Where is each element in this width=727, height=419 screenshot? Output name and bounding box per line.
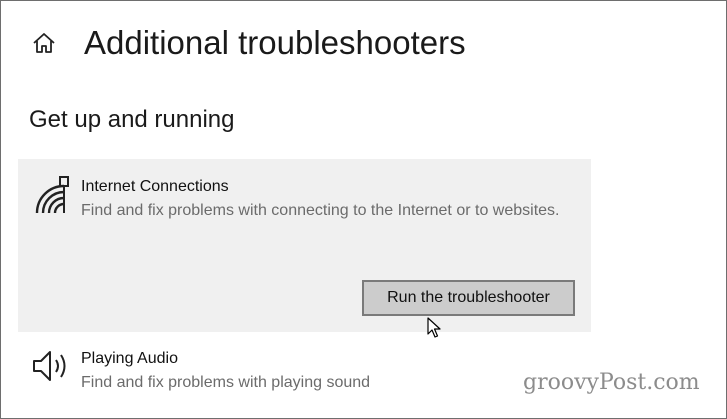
section-heading: Get up and running	[29, 106, 235, 133]
troubleshooter-name: Playing Audio	[81, 350, 178, 367]
internet-connections-icon	[35, 176, 69, 214]
run-troubleshooter-button[interactable]: Run the troubleshooter	[362, 280, 575, 316]
speaker-icon	[33, 351, 66, 381]
mouse-cursor-icon	[427, 317, 441, 338]
home-button[interactable]	[31, 30, 57, 56]
troubleshooter-name: Internet Connections	[81, 178, 229, 195]
troubleshooter-internet-connections[interactable]: Internet Connections Find and fix proble…	[18, 159, 591, 332]
troubleshooter-description: Find and fix problems with connecting to…	[81, 202, 560, 219]
troubleshooter-description: Find and fix problems with playing sound	[81, 374, 371, 391]
page-title: Additional troubleshooters	[84, 24, 466, 61]
page-header: Additional troubleshooters	[31, 21, 466, 65]
troubleshooter-playing-audio[interactable]: Playing Audio Find and fix problems with…	[18, 339, 591, 399]
watermark: groovyPost.com	[523, 370, 700, 395]
home-icon	[33, 33, 55, 53]
settings-window: Additional troubleshooters Get up and ru…	[0, 0, 727, 419]
